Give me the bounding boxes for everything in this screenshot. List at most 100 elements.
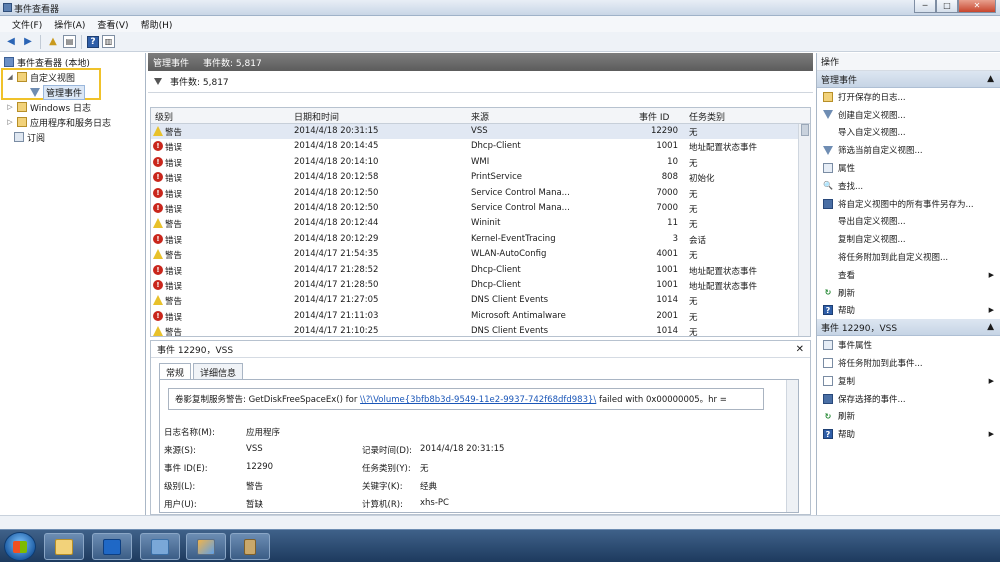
tree-windows-logs[interactable]: ▷ Windows 日志 <box>6 100 91 114</box>
taskbar-app-3[interactable] <box>140 533 180 560</box>
user-value: 暂缺 <box>246 500 264 510</box>
back-arrow-icon[interactable]: ◀ <box>4 35 18 49</box>
tree-root[interactable]: 事件查看器 (本地) <box>4 55 90 69</box>
collapse-icon[interactable]: ◢ <box>6 73 14 81</box>
action-item[interactable]: 属性 <box>817 159 1000 177</box>
scroll-thumb[interactable] <box>801 124 809 136</box>
table-row[interactable]: ! 错误 2014/4/18 20:12:50 Service Control Man… <box>151 201 810 216</box>
action-item[interactable]: ↻ 刷新 <box>817 284 1000 302</box>
cell-source: DNS Client Events <box>471 295 549 306</box>
event-description[interactable]: 卷影复制服务警告: GetDiskFreeSpaceEx() for \\?\V… <box>168 388 764 410</box>
show-hide-action-pane-icon[interactable]: ▥ <box>102 35 115 48</box>
action-item[interactable]: 查看 ▶ <box>817 266 1000 284</box>
table-row[interactable]: 警告 2014/4/17 21:27:05 DNS Client Events 无 10… <box>151 293 810 308</box>
table-row[interactable]: 警告 2014/4/17 21:10:25 DNS Client Events 无 10… <box>151 324 810 337</box>
expand-icon[interactable]: ▷ <box>6 103 14 111</box>
action-label: 复制自定义视图... <box>838 235 906 246</box>
cell-source: VSS <box>471 126 488 136</box>
action-item[interactable]: 打开保存的日志... <box>817 88 1000 106</box>
table-row[interactable]: ! 错误 2014/4/17 21:28:52 Dhcp-Client 地址配置状态事件… <box>151 263 810 278</box>
collapse-arrow-icon[interactable]: ▲ <box>987 74 994 84</box>
maximize-button[interactable]: □ <box>936 0 958 13</box>
action-item[interactable]: 复制自定义视图... <box>817 230 1000 248</box>
menu-action[interactable]: 操作(A) <box>48 16 91 32</box>
action-item[interactable]: 将自定义视图中的所有事件另存为... <box>817 195 1000 213</box>
close-button[interactable]: ✕ <box>958 0 996 13</box>
taskbar-event-viewer[interactable] <box>230 533 270 560</box>
action-label: 保存选择的事件... <box>838 394 906 405</box>
action-item[interactable]: 🔍 查找... <box>817 177 1000 195</box>
submenu-arrow-icon: ▶ <box>988 376 994 385</box>
table-row[interactable]: ! 错误 2014/4/18 20:14:45 Dhcp-Client 地址配置状态事件… <box>151 139 810 154</box>
taskbar-paint[interactable] <box>186 533 226 560</box>
table-row[interactable]: ! 错误 2014/4/18 20:12:29 Kernel-EventTracing… <box>151 232 810 247</box>
help-icon[interactable]: ? <box>87 35 99 48</box>
forward-arrow-icon[interactable]: ▶ <box>21 35 35 49</box>
collapse-arrow-icon[interactable]: ▲ <box>987 322 994 332</box>
table-row[interactable]: ! 错误 2014/4/18 20:14:10 WMI 无 10 <box>151 155 810 170</box>
volume-link[interactable]: \\?\Volume{3bfb8b3d-9549-11e2-9937-742f6… <box>360 395 596 405</box>
action-item[interactable]: 筛选当前自定义视图... <box>817 141 1000 159</box>
cell-id: 1001 <box>656 141 678 152</box>
minimize-button[interactable]: ─ <box>914 0 936 13</box>
action-item[interactable]: 事件属性 <box>817 336 1000 354</box>
refresh-icon: ↻ <box>824 411 832 421</box>
cell-level: 警告 <box>165 297 183 308</box>
actions-list-admin-events: 打开保存的日志... 创建自定义视图... 导入自定义视图... 筛选当前自定义视图.… <box>817 88 1000 319</box>
cell-source: Service Control Mana... <box>471 202 570 213</box>
tree-admin-events[interactable]: 管理事件 <box>30 84 86 100</box>
table-row[interactable]: 警告 2014/4/17 21:54:35 WLAN-AutoConfig 无 4001 <box>151 247 810 262</box>
tree-subscriptions[interactable]: 订阅 <box>14 130 45 144</box>
actions-section-event[interactable]: 事件 12290，VSS ▲ <box>817 319 1000 337</box>
action-item[interactable]: 导出自定义视图... <box>817 213 1000 231</box>
warning-icon <box>153 218 163 229</box>
table-row[interactable]: ! 错误 2014/4/17 21:28:50 Dhcp-Client 地址配置状态事件… <box>151 278 810 293</box>
action-item[interactable]: 创建自定义视图... <box>817 106 1000 124</box>
close-icon[interactable]: ✕ <box>796 344 804 355</box>
show-hide-tree-icon[interactable]: ▤ <box>63 35 76 48</box>
column-event-id[interactable]: 事件 ID <box>639 110 669 123</box>
action-item[interactable]: ? 帮助 ▶ <box>817 425 1000 443</box>
expand-icon[interactable]: ▷ <box>6 118 14 126</box>
folder-icon <box>55 538 73 555</box>
detail-header: 事件 12290，VSS ✕ <box>151 341 810 358</box>
column-task-category[interactable]: 任务类别 <box>689 110 725 123</box>
user-label: 用户(U): <box>164 500 197 510</box>
tree-app-service-logs[interactable]: ▷ 应用程序和服务日志 <box>6 115 111 129</box>
column-source[interactable]: 来源 <box>471 110 489 123</box>
start-button[interactable] <box>4 532 36 561</box>
actions-pane: 操作 管理事件 ▲ 打开保存的日志... 创建自定义视图... 导入自定义视图... 筛… <box>816 53 1000 515</box>
menu-file[interactable]: 文件(F) <box>6 16 48 32</box>
menu-view[interactable]: 查看(V) <box>91 16 134 32</box>
menu-help[interactable]: 帮助(H) <box>135 16 179 32</box>
cell-time: 2014/4/18 20:12:50 <box>294 187 379 198</box>
taskbar-app-2[interactable] <box>92 533 132 560</box>
table-row[interactable]: ! 错误 2014/4/18 20:12:50 Service Control Man… <box>151 186 810 201</box>
cell-id: 1001 <box>656 264 678 275</box>
action-item[interactable]: 保存选择的事件... <box>817 390 1000 408</box>
grid-scrollbar[interactable] <box>798 124 810 336</box>
taskbar-explorer[interactable] <box>44 533 84 560</box>
action-item[interactable]: ↻ 刷新 <box>817 408 1000 426</box>
action-item[interactable]: 将任务附加到此事件... <box>817 354 1000 372</box>
table-row[interactable]: ! 错误 2014/4/17 21:11:03 Microsoft Antimalwa… <box>151 309 810 324</box>
cell-time: 2014/4/17 21:28:52 <box>294 264 379 275</box>
pane-header: 管理事件 事件数: 5,817 <box>148 53 813 71</box>
cell-source: PrintService <box>471 172 522 183</box>
cell-time: 2014/4/18 20:12:58 <box>294 172 379 183</box>
cell-level: 警告 <box>165 220 183 231</box>
action-item[interactable]: 导入自定义视图... <box>817 124 1000 142</box>
table-row[interactable]: ! 错误 2014/4/18 20:12:58 PrintService 初始化 808 <box>151 170 810 185</box>
tree-custom-views[interactable]: ◢ 自定义视图 <box>6 70 75 84</box>
action-item[interactable]: 复制 ▶ <box>817 372 1000 390</box>
column-level[interactable]: 级别 <box>155 110 173 123</box>
table-row[interactable]: 警告 2014/4/18 20:31:15 VSS 无 12290 <box>151 124 810 140</box>
cell-level: 警告 <box>165 328 183 337</box>
column-datetime[interactable]: 日期和时间 <box>294 110 339 123</box>
detail-scrollbar[interactable] <box>786 380 798 512</box>
action-item[interactable]: 将任务附加到此自定义视图... <box>817 248 1000 266</box>
up-folder-icon[interactable]: ▲ <box>46 35 60 49</box>
actions-section-admin-events[interactable]: 管理事件 ▲ <box>817 71 1000 88</box>
action-item[interactable]: ? 帮助 ▶ <box>817 302 1000 320</box>
table-row[interactable]: 警告 2014/4/18 20:12:44 Wininit 无 11 <box>151 216 810 231</box>
